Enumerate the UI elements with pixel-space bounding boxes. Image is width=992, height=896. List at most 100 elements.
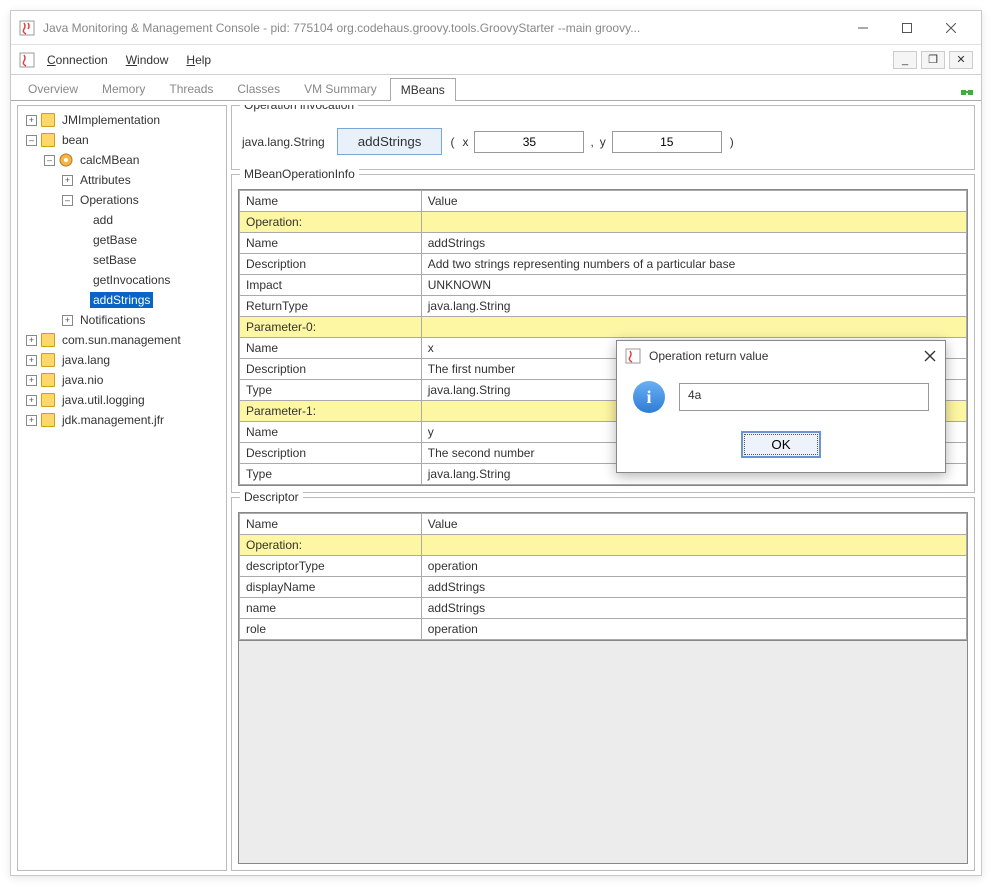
cell-name: displayName bbox=[240, 577, 422, 598]
group-title: Operation invocation bbox=[240, 105, 358, 112]
tab-memory[interactable]: Memory bbox=[91, 77, 156, 100]
th-name: Name bbox=[240, 514, 422, 535]
tree-node-com-sun-management[interactable]: +com.sun.management bbox=[18, 330, 226, 350]
return-value-dialog: Operation return value i 4a OK bbox=[616, 340, 946, 473]
collapse-icon[interactable]: – bbox=[26, 135, 37, 146]
cell-name: Impact bbox=[240, 275, 422, 296]
cell-value bbox=[421, 212, 966, 233]
tree-node-bean[interactable]: –bean bbox=[18, 130, 226, 150]
ok-button[interactable]: OK bbox=[741, 431, 820, 458]
mdi-restore-button[interactable]: ❐ bbox=[921, 51, 945, 69]
minimize-button[interactable] bbox=[841, 14, 885, 42]
table-row[interactable]: Operation: bbox=[240, 535, 967, 556]
tree-node-getbase[interactable]: getBase bbox=[18, 230, 226, 250]
tab-classes[interactable]: Classes bbox=[226, 77, 291, 100]
collapse-icon[interactable]: – bbox=[44, 155, 55, 166]
tree-node-jmimplementation[interactable]: +JMImplementation bbox=[18, 110, 226, 130]
cell-value bbox=[421, 317, 966, 338]
folder-icon bbox=[41, 413, 55, 427]
th-value: Value bbox=[421, 514, 966, 535]
close-button[interactable] bbox=[929, 14, 973, 42]
table-row[interactable]: ReturnTypejava.lang.String bbox=[240, 296, 967, 317]
param-y-input[interactable] bbox=[612, 131, 722, 153]
tree-node-attributes[interactable]: +Attributes bbox=[18, 170, 226, 190]
expand-icon[interactable]: + bbox=[62, 315, 73, 326]
result-field[interactable]: 4a bbox=[679, 383, 929, 411]
expand-icon[interactable]: + bbox=[26, 415, 37, 426]
tree-node-addstrings[interactable]: addStrings bbox=[18, 290, 226, 310]
cell-name: ReturnType bbox=[240, 296, 422, 317]
mdi-minimize-button[interactable]: _ bbox=[893, 51, 917, 69]
tree-node-calcmbean[interactable]: –calcMBean bbox=[18, 150, 226, 170]
cell-value: java.lang.String bbox=[421, 296, 966, 317]
folder-icon bbox=[41, 353, 55, 367]
table-row[interactable]: NameaddStrings bbox=[240, 233, 967, 254]
window-title: Java Monitoring & Management Console - p… bbox=[43, 21, 841, 35]
lparen: ( bbox=[450, 135, 454, 149]
tab-vm-summary[interactable]: VM Summary bbox=[293, 77, 388, 100]
cell-name: Name bbox=[240, 233, 422, 254]
cell-name: Description bbox=[240, 443, 422, 464]
cell-name: Parameter-0: bbox=[240, 317, 422, 338]
param-x-label: x bbox=[462, 135, 468, 149]
tree-node-add[interactable]: add bbox=[18, 210, 226, 230]
table-row[interactable]: ImpactUNKNOWN bbox=[240, 275, 967, 296]
menu-window[interactable]: Window bbox=[126, 53, 169, 67]
table-row[interactable]: Parameter-0: bbox=[240, 317, 967, 338]
table-row[interactable]: Operation: bbox=[240, 212, 967, 233]
tab-mbeans[interactable]: MBeans bbox=[390, 78, 456, 101]
expand-icon[interactable]: + bbox=[26, 115, 37, 126]
tab-overview[interactable]: Overview bbox=[17, 77, 89, 100]
th-value: Value bbox=[421, 191, 966, 212]
app-icon bbox=[19, 20, 35, 36]
cell-value: addStrings bbox=[421, 598, 966, 619]
folder-icon bbox=[41, 333, 55, 347]
tabbar: Overview Memory Threads Classes VM Summa… bbox=[11, 75, 981, 101]
expand-icon[interactable]: + bbox=[26, 375, 37, 386]
expand-icon[interactable]: + bbox=[26, 355, 37, 366]
folder-icon bbox=[41, 113, 55, 127]
cell-name: role bbox=[240, 619, 422, 640]
cell-name: Type bbox=[240, 464, 422, 485]
tree-node-getinvocations[interactable]: getInvocations bbox=[18, 270, 226, 290]
menu-connection[interactable]: Connection bbox=[47, 53, 108, 67]
cell-value: addStrings bbox=[421, 577, 966, 598]
table-row[interactable]: displayNameaddStrings bbox=[240, 577, 967, 598]
cell-value bbox=[421, 535, 966, 556]
descriptor-table: NameValue Operation:descriptorTypeoperat… bbox=[239, 513, 967, 640]
tree-node-jdk-management-jfr[interactable]: +jdk.management.jfr bbox=[18, 410, 226, 430]
cell-name: Description bbox=[240, 254, 422, 275]
expand-icon[interactable]: + bbox=[26, 395, 37, 406]
table-row[interactable]: nameaddStrings bbox=[240, 598, 967, 619]
tree-node-setbase[interactable]: setBase bbox=[18, 250, 226, 270]
cell-name: Type bbox=[240, 380, 422, 401]
tree-node-notifications[interactable]: +Notifications bbox=[18, 310, 226, 330]
table-row[interactable]: DescriptionAdd two strings representing … bbox=[240, 254, 967, 275]
tab-threads[interactable]: Threads bbox=[158, 77, 224, 100]
param-x-input[interactable] bbox=[474, 131, 584, 153]
tree-node-operations[interactable]: –Operations bbox=[18, 190, 226, 210]
collapse-icon[interactable]: – bbox=[62, 195, 73, 206]
tree-node-java-nio[interactable]: +java.nio bbox=[18, 370, 226, 390]
folder-icon bbox=[41, 393, 55, 407]
expand-icon[interactable]: + bbox=[26, 335, 37, 346]
table-row[interactable]: roleoperation bbox=[240, 619, 967, 640]
connection-status-icon bbox=[959, 84, 975, 100]
app-icon bbox=[625, 348, 641, 364]
maximize-button[interactable] bbox=[885, 14, 929, 42]
invoke-button[interactable]: addStrings bbox=[337, 128, 443, 155]
window-controls bbox=[841, 14, 973, 42]
cell-name: Description bbox=[240, 359, 422, 380]
dialog-close-button[interactable] bbox=[923, 349, 937, 363]
expand-icon[interactable]: + bbox=[62, 175, 73, 186]
mdi-close-button[interactable]: ✕ bbox=[949, 51, 973, 69]
tree-node-java-util-logging[interactable]: +java.util.logging bbox=[18, 390, 226, 410]
tree-node-java-lang[interactable]: +java.lang bbox=[18, 350, 226, 370]
rparen: ) bbox=[730, 135, 734, 149]
menu-help[interactable]: Help bbox=[186, 53, 211, 67]
mbean-tree[interactable]: +JMImplementation –bean –calcMBean +Attr… bbox=[17, 105, 227, 871]
table-row[interactable]: descriptorTypeoperation bbox=[240, 556, 967, 577]
cell-value: Add two strings representing numbers of … bbox=[421, 254, 966, 275]
main-panel: Operation invocation java.lang.String ad… bbox=[231, 105, 975, 871]
content-area: +JMImplementation –bean –calcMBean +Attr… bbox=[11, 101, 981, 875]
